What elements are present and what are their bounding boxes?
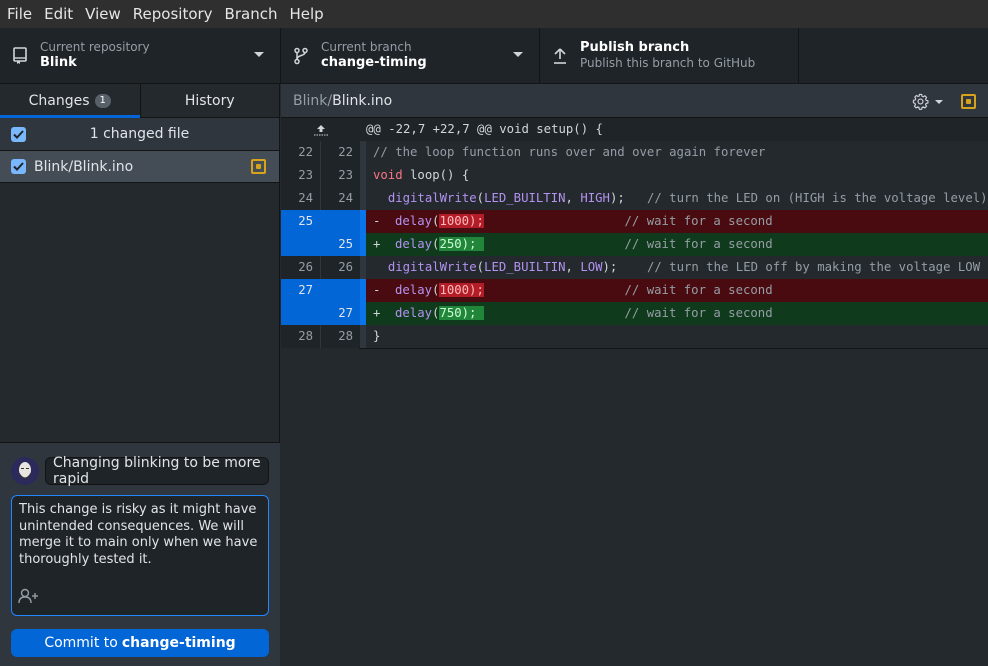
new-line-number xyxy=(320,279,360,302)
diff-path-file: Blink.ino xyxy=(332,92,393,109)
commit-button-branch: change-timing xyxy=(121,635,236,651)
hunk-header: @@ -22,7 +22,7 @@ void setup() { xyxy=(281,118,988,141)
file-modified-icon xyxy=(961,94,976,109)
line-code: // the loop function runs over and over … xyxy=(366,141,988,164)
menu-view[interactable]: View xyxy=(79,0,127,28)
sidebar-tabs: Changes 1 History xyxy=(0,84,279,118)
git-branch-icon xyxy=(281,47,321,65)
current-repository-button[interactable]: Current repository Blink xyxy=(0,28,281,83)
expand-up-icon xyxy=(313,124,328,135)
new-line-number xyxy=(320,210,360,233)
diff-path-dir: Blink/ xyxy=(293,92,333,109)
diff-line-deleted[interactable]: 25 - delay(1000); // wait for a second xyxy=(281,210,988,233)
current-branch-button[interactable]: Current branch change-timing xyxy=(281,28,540,83)
new-line-number: 25 xyxy=(320,233,360,256)
chevron-down-icon xyxy=(513,52,523,57)
menu-branch[interactable]: Branch xyxy=(219,0,284,28)
old-line-number: 24 xyxy=(281,187,320,210)
new-line-number: 22 xyxy=(320,141,360,164)
publish-label: Publish branch xyxy=(580,40,690,55)
file-checkbox[interactable] xyxy=(11,159,26,174)
select-all-checkbox[interactable] xyxy=(11,126,26,142)
commit-description-text: This change is risky as it might have un… xyxy=(19,502,258,567)
file-modified-icon xyxy=(251,159,266,174)
line-code: - delay(1000); // wait for a second xyxy=(366,279,988,302)
menu-edit[interactable]: Edit xyxy=(38,0,79,28)
commit-button-prefix: Commit to xyxy=(44,635,118,651)
diff-line-added[interactable]: 27 + delay(750); // wait for a second xyxy=(281,302,988,325)
hunk-text: @@ -22,7 +22,7 @@ void setup() { xyxy=(360,118,988,141)
expand-up-button[interactable] xyxy=(281,118,360,141)
old-line-number xyxy=(281,233,320,256)
old-line-number: 28 xyxy=(281,325,320,348)
new-line-number: 27 xyxy=(320,302,360,325)
new-line-number: 24 xyxy=(320,187,360,210)
publish-branch-button[interactable]: Publish branch Publish this branch to Gi… xyxy=(540,28,799,83)
old-line-number: 22 xyxy=(281,141,320,164)
line-code: } xyxy=(366,325,988,348)
diff-view: @@ -22,7 +22,7 @@ void setup() { 22 22 /… xyxy=(281,118,988,349)
line-code: digitalWrite(LED_BUILTIN, LOW); // turn … xyxy=(366,256,988,279)
chevron-down-icon xyxy=(254,52,264,57)
diff-line[interactable]: 23 23 void loop() { xyxy=(281,164,988,187)
diff-line-deleted[interactable]: 27 - delay(1000); // wait for a second xyxy=(281,279,988,302)
commit-description-input[interactable]: This change is risky as it might have un… xyxy=(11,495,269,616)
tab-changes-label: Changes xyxy=(28,93,90,109)
changes-header: 1 changed file xyxy=(0,118,279,151)
diff-panel: Blink/Blink.ino @@ -22,7 +22,7 @@ void s… xyxy=(281,84,988,666)
diff-line[interactable]: 24 24 digitalWrite(LED_BUILTIN, HIGH); /… xyxy=(281,187,988,210)
line-code: digitalWrite(LED_BUILTIN, HIGH); // turn… xyxy=(366,187,988,210)
gear-icon xyxy=(912,93,929,110)
chevron-down-icon xyxy=(935,99,943,104)
repo-name: Blink xyxy=(40,55,77,70)
diff-file-header: Blink/Blink.ino xyxy=(281,84,988,118)
sidebar: Changes 1 History 1 changed file Blink/B… xyxy=(0,84,280,666)
old-line-number: 25 xyxy=(281,210,320,233)
repo-icon xyxy=(0,46,40,65)
menu-file[interactable]: File xyxy=(1,0,38,28)
tab-history[interactable]: History xyxy=(139,84,280,118)
toolbar: Current repository Blink Current branch … xyxy=(0,28,988,84)
changes-count-badge: 1 xyxy=(94,94,111,108)
tab-changes[interactable]: Changes 1 xyxy=(0,84,140,118)
upload-icon xyxy=(540,47,580,65)
line-code: void loop() { xyxy=(366,164,988,187)
diff-line[interactable]: 26 26 digitalWrite(LED_BUILTIN, LOW); //… xyxy=(281,256,988,279)
menu-bar: File Edit View Repository Branch Help xyxy=(0,0,988,28)
line-code: + delay(750); // wait for a second xyxy=(366,302,988,325)
new-line-number: 26 xyxy=(320,256,360,279)
commit-button[interactable]: Commit to change-timing xyxy=(11,629,269,657)
diff-settings-button[interactable] xyxy=(912,93,943,110)
diff-line[interactable]: 22 22 // the loop function runs over and… xyxy=(281,141,988,164)
old-line-number: 27 xyxy=(281,279,320,302)
add-coauthor-icon[interactable] xyxy=(18,588,40,610)
line-code: + delay(250); // wait for a second xyxy=(366,233,988,256)
menu-repository[interactable]: Repository xyxy=(127,0,219,28)
line-code: - delay(1000); // wait for a second xyxy=(366,210,988,233)
diff-line-added[interactable]: 25 + delay(250); // wait for a second xyxy=(281,233,988,256)
branch-name: change-timing xyxy=(321,55,427,70)
commit-summary-input[interactable]: Changing blinking to be more rapid xyxy=(45,455,269,487)
changed-files-count: 1 changed file xyxy=(89,126,190,142)
diff-line[interactable]: 28 28 } xyxy=(281,325,988,348)
old-line-number xyxy=(281,302,320,325)
file-path: Blink/Blink.ino xyxy=(34,158,134,175)
branch-label: Current branch xyxy=(321,40,412,54)
new-line-number: 23 xyxy=(320,164,360,187)
commit-panel: Changing blinking to be more rapid This … xyxy=(0,442,280,666)
old-line-number: 23 xyxy=(281,164,320,187)
tab-history-label: History xyxy=(184,93,235,109)
publish-description: Publish this branch to GitHub xyxy=(580,56,756,70)
new-line-number: 28 xyxy=(320,325,360,348)
old-line-number: 26 xyxy=(281,256,320,279)
avatar xyxy=(11,457,39,485)
repo-label: Current repository xyxy=(40,40,150,54)
changed-file-row[interactable]: Blink/Blink.ino xyxy=(0,151,279,183)
menu-help[interactable]: Help xyxy=(283,0,329,28)
